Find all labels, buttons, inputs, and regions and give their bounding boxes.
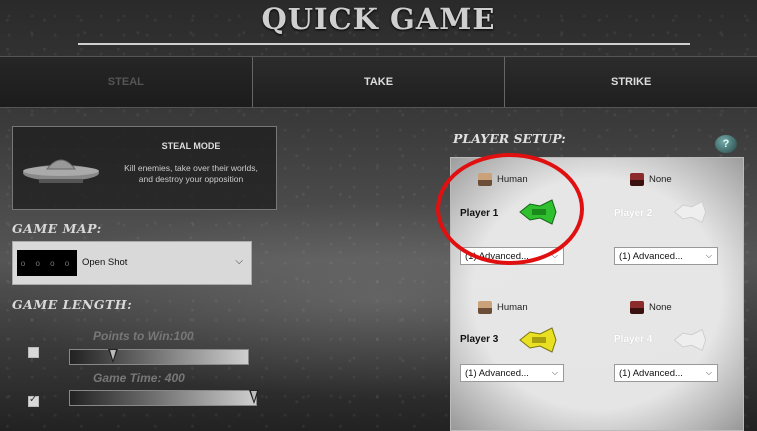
player-3-type[interactable]: Human	[478, 301, 528, 314]
game-time-slider[interactable]	[69, 390, 257, 406]
none-avatar-icon	[630, 301, 644, 314]
mode-description: Kill enemies, take over their worlds, an…	[124, 163, 258, 184]
human-avatar-icon	[478, 301, 492, 314]
chevron-down-icon: ⌵	[705, 251, 712, 260]
player-3-ai-select[interactable]: (1) Advanced... ⌵	[460, 364, 564, 382]
game-time-checkbox[interactable]	[28, 394, 39, 407]
player-setup-label: PLAYER SETUP:	[453, 131, 566, 146]
player-3-ship-icon[interactable]	[518, 325, 558, 355]
game-map-label: GAME MAP:	[12, 221, 102, 236]
player-2-ai-select[interactable]: (1) Advanced... ⌵	[614, 247, 718, 265]
player-2-ship-icon[interactable]	[672, 199, 708, 225]
player-2-type[interactable]: None	[630, 173, 672, 186]
player-4-label: Player 4	[614, 334, 653, 345]
chevron-down-icon: ⌵	[235, 256, 243, 267]
highlight-annotation-circle	[436, 153, 584, 265]
player-4-type[interactable]: None	[630, 301, 672, 314]
map-thumbnail: o o o o	[17, 250, 77, 276]
none-avatar-icon	[630, 173, 644, 186]
tab-take[interactable]: TAKE	[252, 57, 506, 107]
chevron-down-icon: ⌵	[551, 368, 558, 377]
game-length-label: GAME LENGTH:	[12, 297, 133, 312]
map-name: Open Shot	[82, 257, 128, 268]
player-2-label: Player 2	[614, 208, 653, 219]
player-4-ai-select[interactable]: (1) Advanced... ⌵	[614, 364, 718, 382]
tab-strike[interactable]: STRIKE	[505, 57, 757, 107]
points-to-win-checkbox[interactable]	[28, 347, 39, 358]
ufo-icon	[23, 159, 99, 183]
help-icon[interactable]: ?	[715, 135, 737, 153]
points-to-win-slider[interactable]	[69, 349, 249, 365]
mode-tabs: STEAL TAKE STRIKE	[0, 56, 757, 108]
points-to-win-label: Points to Win:100	[93, 329, 194, 343]
tab-steal[interactable]: STEAL	[0, 57, 253, 107]
chevron-down-icon: ⌵	[705, 368, 712, 377]
page-title: QUICK GAME	[261, 2, 496, 36]
game-time-label: Game Time: 400	[93, 371, 185, 385]
mode-title: STEAL MODE	[161, 141, 221, 151]
points-slider-thumb[interactable]	[108, 349, 118, 363]
player-4-ship-icon[interactable]	[672, 327, 708, 353]
title-divider	[78, 43, 690, 45]
game-time-slider-thumb[interactable]	[249, 390, 259, 404]
game-map-select[interactable]: o o o o Open Shot ⌵	[12, 241, 252, 285]
mode-description-panel: STEAL MODE Kill enemies, take over their…	[12, 126, 277, 210]
player-3-label: Player 3	[460, 334, 499, 345]
